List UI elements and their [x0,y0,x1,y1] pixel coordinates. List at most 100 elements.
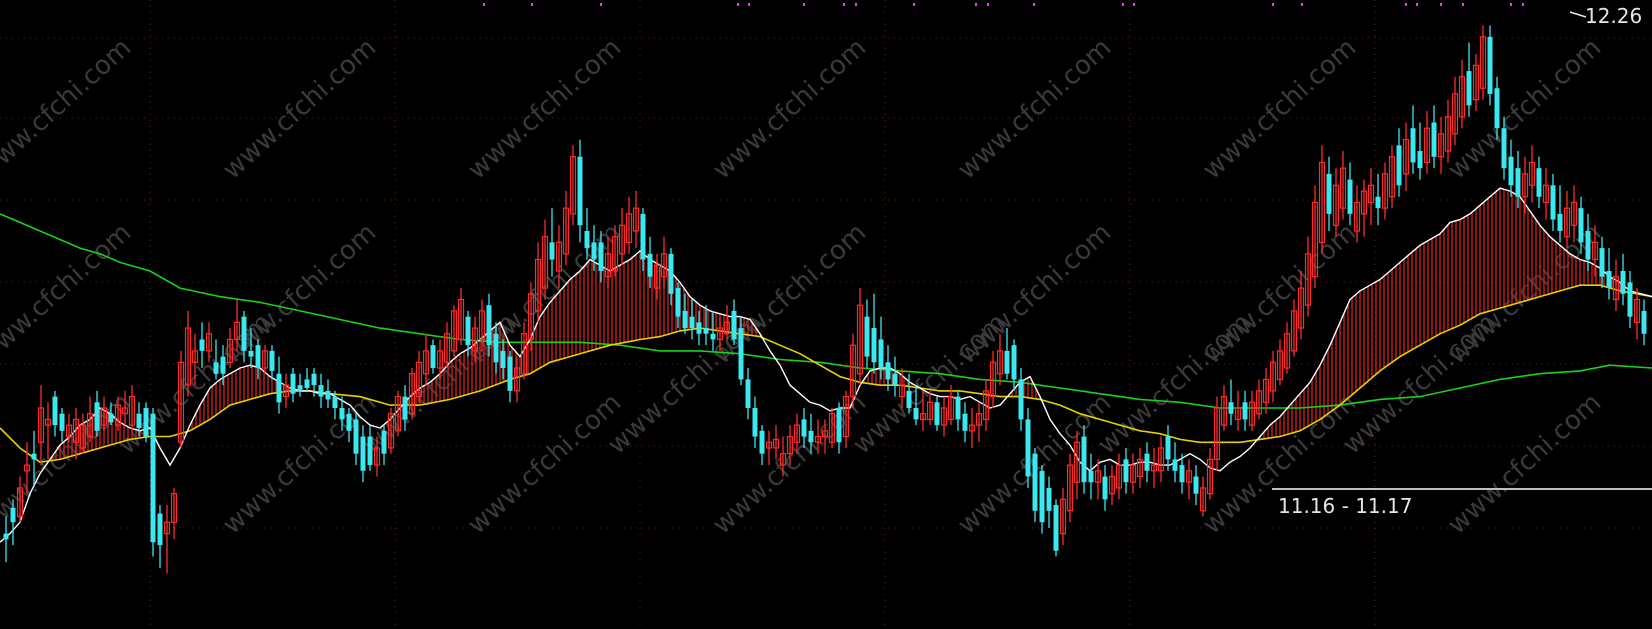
candle-body-down [906,390,912,408]
top-marker-dot [913,3,915,6]
candle-body-down [1088,470,1094,483]
candle-body-down [1410,128,1416,163]
candle-body-down [584,230,590,249]
top-marker-dot [1522,3,1524,6]
candle-body-down [1550,185,1556,220]
candle-body-down [360,436,366,471]
candle-body-down [1053,505,1059,551]
candle-body-down [745,379,751,408]
candle-body-down [892,373,898,386]
candle-body-down [213,362,219,374]
candle-body-down [486,305,492,346]
top-marker-dot [1133,3,1135,6]
candle-body-down [430,345,436,369]
candle-body-down [1165,436,1171,460]
candle-body-down [381,430,387,454]
candle-body-down [1627,282,1633,317]
candle-body-down [836,407,842,443]
candle-body-down [500,350,506,369]
candle-body-down [1431,122,1437,157]
candle-body-down [367,436,373,466]
candle-body-down [1599,248,1605,277]
candle-body-down [1494,88,1500,129]
candle-body-down [59,413,65,431]
range-label: 11.16 - 11.17 [1278,494,1412,518]
candle-body-down [220,356,226,374]
candle-body-down [1144,453,1150,471]
candle-body-down [864,316,870,357]
candle-body-down [1396,145,1402,186]
candle-body-down [332,396,338,408]
candle-body-down [1046,487,1052,511]
candle-body-down [1375,196,1381,209]
candle-body-down [1606,270,1612,289]
candle-body-down [311,373,317,386]
top-marker-dot [1440,3,1442,6]
candle-body-down [647,253,653,277]
candle-body-down [136,413,142,428]
candle-body-down [108,413,114,423]
candle-body-down [871,328,877,363]
candle-body-down [696,322,702,334]
candle-body-down [549,242,555,260]
candle-body-down [507,356,513,391]
candle-body-down [591,242,597,260]
candle-body-down [801,419,807,437]
candle-body-down [318,385,324,397]
candle-body-down [248,350,254,357]
candle-body-down [1557,213,1563,231]
candle-body-down [241,316,247,351]
candle-body-down [808,430,814,443]
candle-body-down [878,339,884,369]
candle-body-down [1018,379,1024,420]
top-marker-dot [1416,3,1418,6]
candle-body-down [199,339,205,351]
candle-body-down [913,407,919,420]
candle-body-down [269,350,275,371]
candle-body-down [1193,476,1199,494]
candle-body-down [1081,436,1087,483]
candlestick-chart: www.cfchi.com www.cfchi.com www.cfchi.com w… [0,0,1652,629]
candle-body-down [1326,173,1332,214]
candle-body-down [640,213,646,260]
candle-body-down [1032,453,1038,511]
top-marker-dot [600,3,602,6]
top-marker-dot [737,3,739,6]
candle-body-down [668,253,674,294]
candle-body-down [10,507,16,523]
candle-body-down [738,328,744,380]
candle-body-down [290,373,296,394]
candle-body-down [3,533,9,540]
candle-body-down [493,333,499,363]
candle-body-down [682,310,688,329]
candle-body-down [1102,476,1108,500]
candle-body-down [346,413,352,431]
candle-body-down [1347,179,1353,214]
candle-body-down [31,453,37,460]
candle-body-down [1515,168,1521,197]
top-marker-dot [803,3,805,6]
candle-body-down [52,396,58,426]
top-marker-dot [975,3,977,6]
top-marker-dot [1033,3,1035,6]
candle-body-down [689,316,695,329]
candle-body-down [304,379,310,389]
candle-body-down [962,413,968,431]
candle-body-down [1641,310,1647,334]
candle-body-down [759,430,765,454]
top-marker-dot [1510,3,1512,6]
top-marker-dot [531,3,533,6]
candle-body-down [1501,128,1507,169]
candle-body-down [710,333,716,340]
top-marker-dot [1405,3,1407,6]
candle-body-down [276,373,282,403]
candle-body-down [1585,230,1591,260]
top-marker-dot [483,3,485,6]
candle-body-down [885,362,891,380]
candle-body-down [297,385,303,391]
candle-body-down [934,402,940,426]
candle-body-down [1620,270,1626,294]
candle-body-down [1508,156,1514,186]
candle-body-down [675,288,681,317]
top-marker-dot [855,3,857,6]
